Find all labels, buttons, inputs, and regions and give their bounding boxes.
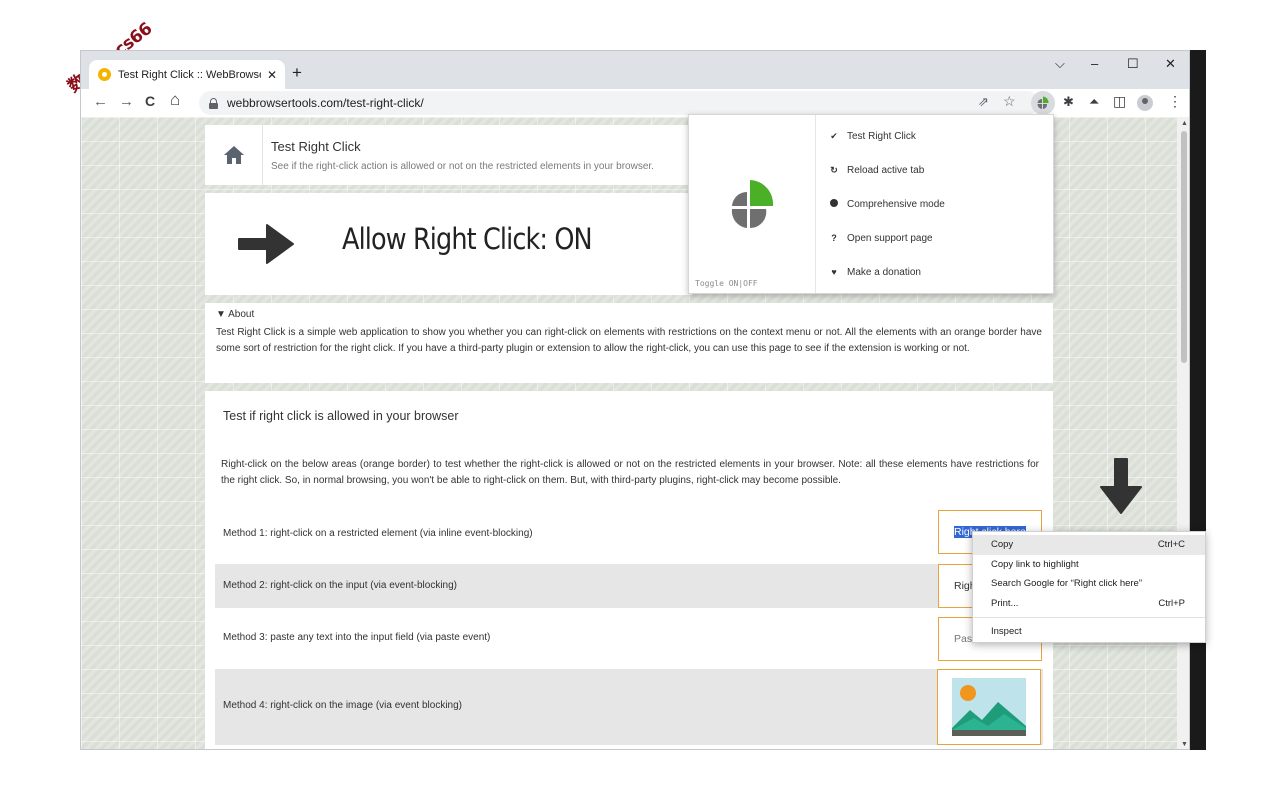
back-button[interactable]: ← [93, 93, 108, 110]
scroll-up-arrow-icon[interactable]: ▲ [1181, 120, 1188, 127]
method-row-4: Method 4: right-click on the image (via … [215, 669, 1043, 745]
arrow-down-icon [1100, 458, 1142, 514]
method-label: Method 2: right-click on the input (via … [223, 580, 458, 591]
home-button[interactable]: ⌂ [170, 90, 180, 110]
method-label: Method 1: right-click on a restricted el… [223, 528, 533, 539]
minimize-button[interactable]: – [1091, 56, 1098, 71]
method-row-3: Method 3: paste any text into the input … [215, 615, 1043, 661]
extension-popup: Toggle ON|OFF ✔ Test Right Click ↻ Reloa… [688, 114, 1054, 294]
context-menu-copy[interactable]: Copy Ctrl+C [973, 535, 1205, 555]
popup-item-donation[interactable]: ♥ Make a donation [829, 264, 921, 280]
popup-item-test-right-click[interactable]: ✔ Test Right Click [829, 128, 916, 144]
lock-icon[interactable] [209, 97, 218, 109]
circle-icon [829, 199, 839, 209]
test-heading: Test if right click is allowed in your b… [223, 409, 459, 423]
tab-strip: Test Right Click :: WebBrowserTools ✕ + … [81, 51, 1189, 89]
tab-close-icon[interactable]: ✕ [267, 68, 277, 82]
right-click-status: Allow Right Click: ON [342, 222, 593, 256]
share-icon[interactable]: ⇗ [978, 94, 989, 110]
browser-menu-icon[interactable]: ⋮ [1168, 93, 1182, 110]
home-link[interactable] [205, 125, 263, 185]
method-label: Method 3: paste any text into the input … [223, 632, 491, 643]
shortcut-label: Ctrl+C [1157, 539, 1185, 551]
url-text[interactable]: webbrowsertools.com/test-right-click/ [227, 96, 424, 110]
page-subtitle: See if the right-click action is allowed… [271, 161, 654, 172]
popup-item-comprehensive-mode[interactable]: Comprehensive mode [829, 196, 945, 212]
toggle-label[interactable]: Toggle ON|OFF [695, 279, 758, 288]
question-icon: ? [831, 233, 837, 243]
favicon-icon [98, 68, 111, 81]
tab-search-chevron-icon[interactable]: ⌵ [1055, 56, 1065, 72]
tab-test-right-click[interactable]: Test Right Click :: WebBrowserTools ✕ [89, 60, 285, 89]
home-icon [224, 146, 244, 164]
scroll-thumb[interactable] [1181, 131, 1187, 363]
popup-item-support-page[interactable]: ? Open support page [829, 230, 933, 246]
about-text: Test Right Click is a simple web applica… [216, 327, 1042, 354]
context-menu-label: Search Google for “Right click here” [991, 578, 1143, 590]
scroll-down-arrow-icon[interactable]: ▼ [1181, 741, 1188, 748]
labs-flask-icon[interactable]: ⏶ [1089, 94, 1099, 110]
extensions-puzzle-icon[interactable]: ✱ [1063, 94, 1074, 110]
window-close-button[interactable]: ✕ [1165, 56, 1176, 72]
context-menu-search-google[interactable]: Search Google for “Right click here” [973, 574, 1205, 594]
reload-icon: ↻ [830, 164, 838, 175]
context-menu-separator [973, 617, 1205, 618]
test-section: Test if right click is allowed in your b… [205, 391, 1053, 749]
popup-item-reload-tab[interactable]: ↻ Reload active tab [829, 162, 924, 178]
profile-avatar[interactable] [1137, 95, 1153, 111]
reload-button[interactable]: C [145, 93, 155, 109]
context-menu-print[interactable]: Print... Ctrl+P [973, 594, 1205, 614]
context-menu-label: Inspect [991, 626, 1022, 638]
restricted-image[interactable] [937, 669, 1041, 745]
context-menu: Copy Ctrl+C Copy link to highlight Searc… [972, 531, 1206, 643]
check-icon: ✔ [830, 130, 838, 141]
extension-toggle-logo-icon [731, 180, 774, 229]
about-toggle[interactable]: ▼ About [216, 309, 1042, 320]
context-menu-label: Copy link to highlight [991, 558, 1079, 570]
status-card: Allow Right Click: ON [205, 193, 692, 295]
bookmark-star-icon[interactable]: ☆ [1003, 93, 1016, 110]
method-row-2: Method 2: right-click on the input (via … [215, 564, 1043, 608]
test-description: Right-click on the below areas (orange b… [221, 459, 1039, 486]
maximize-button[interactable]: ☐ [1127, 56, 1139, 72]
tab-title: Test Right Click :: WebBrowserTools [118, 68, 261, 81]
address-bar[interactable]: webbrowsertools.com/test-right-click/ [199, 91, 1039, 115]
context-menu-copy-link-highlight[interactable]: Copy link to highlight [973, 555, 1205, 575]
page-title: Test Right Click [271, 139, 361, 154]
heart-icon: ♥ [831, 267, 837, 277]
shortcut-label: Ctrl+P [1158, 597, 1185, 609]
new-tab-button[interactable]: + [292, 63, 302, 83]
browser-toolbar: ← → C ⌂ webbrowsertools.com/test-right-c… [81, 89, 1189, 117]
popup-item-label: Make a donation [847, 266, 921, 278]
desktop-edge [1190, 50, 1206, 750]
popup-item-label: Test Right Click [847, 130, 916, 142]
arrow-right-icon [238, 224, 294, 264]
extension-logo-icon [1037, 96, 1049, 109]
about-section: ▼ About Test Right Click is a simple web… [205, 303, 1053, 383]
context-menu-label: Copy [991, 539, 1014, 551]
side-panel-icon[interactable]: ◫ [1113, 93, 1126, 110]
landscape-image-icon [952, 678, 1026, 736]
popup-item-label: Comprehensive mode [847, 198, 945, 210]
method-label: Method 4: right-click on the image (via … [223, 700, 463, 711]
page-scrollbar[interactable]: ▲ ▼ [1177, 117, 1189, 749]
popup-item-label: Reload active tab [847, 164, 925, 176]
context-menu-inspect[interactable]: Inspect [973, 622, 1205, 642]
popup-item-label: Open support page [847, 232, 933, 244]
toggle-panel[interactable]: Toggle ON|OFF [689, 115, 816, 293]
allow-right-click-extension-button[interactable] [1031, 91, 1055, 115]
header-card: Test Right Click See if the right-click … [205, 125, 692, 185]
forward-button[interactable]: → [119, 93, 134, 110]
context-menu-label: Print... [991, 597, 1019, 609]
method-row-1: Method 1: right-click on a restricted el… [215, 509, 1043, 557]
